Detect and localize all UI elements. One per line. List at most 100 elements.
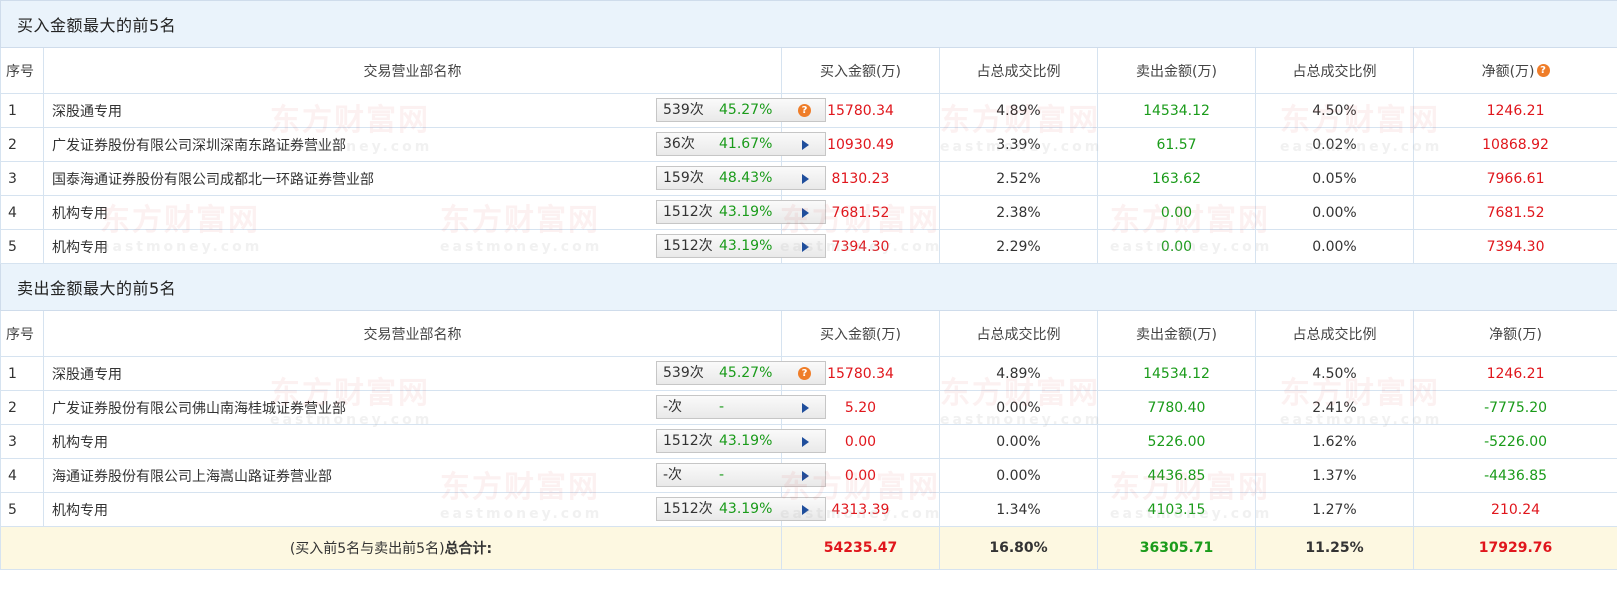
column-header-net-amount: 净额(万) (1412, 310, 1617, 357)
sell-ratio-cell: 0.05% (1255, 161, 1414, 196)
total-label-bold: 总合计: (444, 541, 493, 557)
win-rate: 43.19% (719, 433, 773, 449)
win-rate: 41.67% (719, 136, 773, 152)
column-header-label: 序号 (6, 63, 34, 80)
branch-stats-badge[interactable]: 1512次 43.19% (656, 234, 826, 258)
branch-cell: 深股通专用 539次 45.27%? (43, 93, 826, 128)
branch-stats-badge[interactable]: 1512次 43.19% (656, 497, 826, 521)
column-header-label: 占总成交比例 (976, 326, 1061, 343)
branch-name-link[interactable]: 机构专用 (52, 500, 108, 520)
net-amount-cell: 1246.21 (1412, 93, 1617, 128)
table-row: 3 机构专用 1512次 43.19% 0.00 0.00% 5226.00 1.62% -52… (0, 424, 1617, 459)
sell-amount-cell: 61.57 (1097, 127, 1256, 162)
table-row: 2 广发证券股份有限公司佛山南海桂城证券营业部 -次 -5.20 0.00% 7780.4… (0, 390, 1617, 425)
buy-ratio-cell: 3.39% (939, 127, 1098, 162)
column-header-label: 卖出金额(万) (1136, 326, 1217, 343)
branch-name-link[interactable]: 深股通专用 (52, 364, 122, 384)
sell-amount-cell: 0.00 (1097, 195, 1256, 230)
sell-amount-cell: 7780.40 (1097, 390, 1256, 425)
branch-stats-badge[interactable]: 159次 48.43% (656, 166, 826, 190)
buy-ratio-cell: 4.89% (939, 93, 1098, 128)
expand-arrow-icon[interactable] (802, 140, 809, 150)
branch-stats-badge[interactable]: 36次 41.67% (656, 132, 826, 156)
expand-arrow-icon[interactable] (802, 505, 809, 515)
sell-ratio-cell: 2.41% (1255, 390, 1414, 425)
win-rate: 48.43% (719, 170, 773, 186)
branch-name-link[interactable]: 机构专用 (52, 237, 108, 257)
table-row: 5 机构专用 1512次 43.19% 4313.39 1.34% 4103.15 1.27%… (0, 492, 1617, 527)
branch-stats-badge[interactable]: 539次 45.27%? (656, 361, 826, 385)
seats-table: 买入金额最大的前5名 序号 交易营业部名称 买入金额(万) 占总成交比例 卖出金额(万) 占… (0, 0, 1617, 570)
table-row: 4 海通证券股份有限公司上海嵩山路证券营业部 -次 -0.00 0.00% 4436.85… (0, 458, 1617, 493)
net-amount-cell: -4436.85 (1412, 458, 1617, 493)
branch-stats-badge[interactable]: 1512次 43.19% (656, 429, 826, 453)
expand-arrow-icon[interactable] (802, 437, 809, 447)
rank-cell: 5 (0, 229, 44, 264)
sell-ratio-cell: 4.50% (1255, 356, 1414, 391)
branch-name-link[interactable]: 广发证券股份有限公司深圳深南东路证券营业部 (52, 135, 346, 155)
rank-cell: 1 (0, 356, 44, 391)
sell-top5-title: 卖出金额最大的前5名 (0, 263, 1617, 311)
column-header-label: 买入金额(万) (820, 63, 901, 80)
total-sell-amount: 36305.71 (1097, 526, 1256, 570)
branch-name-link[interactable]: 海通证券股份有限公司上海嵩山路证券营业部 (52, 466, 332, 486)
appearance-count: 1512次 (663, 501, 713, 517)
branch-stats-badge[interactable]: -次 - (656, 395, 826, 419)
branch-name-link[interactable]: 广发证券股份有限公司佛山南海桂城证券营业部 (52, 398, 346, 418)
buy-ratio-cell: 2.29% (939, 229, 1098, 264)
branch-stats-badge[interactable]: -次 - (656, 463, 826, 487)
column-header-label: 序号 (6, 326, 34, 343)
appearance-count: 159次 (663, 170, 704, 186)
sell-ratio-cell: 1.37% (1255, 458, 1414, 493)
total-label: (买入前5名与卖出前5名)总合计: (0, 526, 782, 570)
rank-cell: 3 (0, 424, 44, 459)
column-header-buy-ratio: 占总成交比例 (939, 47, 1098, 94)
buy-top5-header-row: 序号 交易营业部名称 买入金额(万) 占总成交比例 卖出金额(万) 占总成交比例 净额(万)… (0, 47, 1617, 94)
column-header-label: 净额(万) (1489, 326, 1543, 343)
expand-arrow-icon[interactable] (802, 403, 809, 413)
expand-arrow-icon[interactable] (802, 471, 809, 481)
appearance-count: 1512次 (663, 433, 713, 449)
help-icon[interactable]: ? (798, 367, 811, 380)
rank-cell: 2 (0, 390, 44, 425)
branch-cell: 机构专用 1512次 43.19% (43, 424, 826, 459)
sell-ratio-cell: 0.02% (1255, 127, 1414, 162)
branch-name-link[interactable]: 国泰海通证券股份有限公司成都北一环路证券营业部 (52, 169, 374, 189)
table-row: 1 深股通专用 539次 45.27%? 15780.34 4.89% 14534.12 4.… (0, 356, 1617, 391)
help-icon[interactable]: ? (1536, 63, 1550, 77)
column-header-label: 交易营业部名称 (363, 63, 462, 80)
buy-ratio-cell: 2.52% (939, 161, 1098, 196)
branch-name-link[interactable]: 机构专用 (52, 203, 108, 223)
appearance-count: -次 (663, 399, 683, 415)
branch-name-link[interactable]: 机构专用 (52, 432, 108, 452)
column-header-label: 交易营业部名称 (363, 326, 462, 343)
rank-cell: 4 (0, 195, 44, 230)
net-amount-cell: 7681.52 (1412, 195, 1617, 230)
branch-name-link[interactable]: 深股通专用 (52, 101, 122, 121)
branch-cell: 机构专用 1512次 43.19% (43, 195, 826, 230)
win-rate: 43.19% (719, 238, 773, 254)
table-row: 2 广发证券股份有限公司深圳深南东路证券营业部 36次 41.67% 10930.49 3… (0, 127, 1617, 162)
column-header-label: 卖出金额(万) (1136, 63, 1217, 80)
expand-arrow-icon[interactable] (802, 208, 809, 218)
appearance-count: -次 (663, 467, 683, 483)
buy-ratio-cell: 2.38% (939, 195, 1098, 230)
column-header-label: 占总成交比例 (1292, 63, 1377, 80)
column-header-label: 买入金额(万) (820, 326, 901, 343)
sell-amount-cell: 163.62 (1097, 161, 1256, 196)
table-row: 5 机构专用 1512次 43.19% 7394.30 2.29% 0.00 0.00% 739… (0, 229, 1617, 264)
rank-cell: 1 (0, 93, 44, 128)
branch-stats-badge[interactable]: 1512次 43.19% (656, 200, 826, 224)
total-buy-amount: 54235.47 (781, 526, 940, 570)
sell-ratio-cell: 4.50% (1255, 93, 1414, 128)
help-icon[interactable]: ? (798, 104, 811, 117)
column-header-sell-ratio: 占总成交比例 (1255, 310, 1414, 357)
sell-top5-title-row: 卖出金额最大的前5名 (0, 263, 1617, 311)
sell-amount-cell: 14534.12 (1097, 93, 1256, 128)
branch-cell: 广发证券股份有限公司深圳深南东路证券营业部 36次 41.67% (43, 127, 826, 162)
expand-arrow-icon[interactable] (802, 174, 809, 184)
branch-stats-badge[interactable]: 539次 45.27%? (656, 98, 826, 122)
expand-arrow-icon[interactable] (802, 242, 809, 252)
rank-cell: 5 (0, 492, 44, 527)
column-header-label: 占总成交比例 (976, 63, 1061, 80)
